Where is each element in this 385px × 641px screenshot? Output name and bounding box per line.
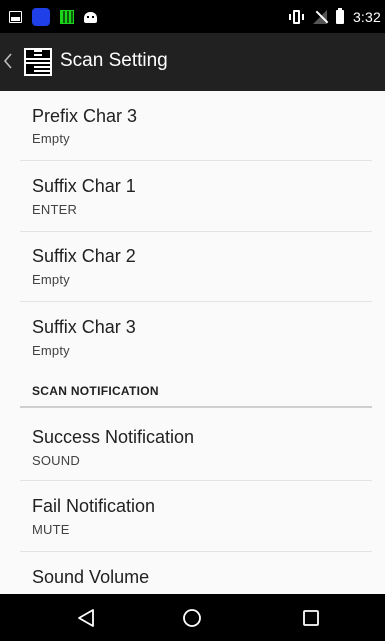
pref-fail-notification[interactable]: Fail Notification MUTE xyxy=(0,481,385,551)
home-button[interactable] xyxy=(152,594,232,641)
pref-suffix-char-3[interactable]: Suffix Char 3 Empty xyxy=(0,302,385,372)
pref-title: Suffix Char 3 xyxy=(32,317,136,337)
pref-summary: ENTER xyxy=(32,202,78,217)
pref-title: Suffix Char 1 xyxy=(32,176,136,196)
pref-summary: SOUND xyxy=(32,453,80,468)
system-icons: 3:32 xyxy=(288,7,381,27)
no-signal-icon xyxy=(312,10,327,24)
category-header: SCAN NOTIFICATION xyxy=(32,384,159,398)
pref-title: Sound Volume xyxy=(32,567,150,587)
android-bot-icon xyxy=(84,11,97,23)
home-icon xyxy=(183,608,201,627)
pref-summary: Empty xyxy=(32,272,70,287)
up-navigation-icon[interactable] xyxy=(3,52,13,70)
pref-summary: MUTE xyxy=(32,522,70,537)
status-time: 3:32 xyxy=(352,9,381,25)
back-icon xyxy=(78,608,94,627)
recents-button[interactable] xyxy=(271,594,351,641)
back-button[interactable] xyxy=(46,594,126,641)
status-bar: 3:32 xyxy=(0,0,385,33)
battery-icon xyxy=(335,8,344,24)
preference-list[interactable]: Prefix Char 3 Empty Suffix Char 1 ENTER … xyxy=(0,91,385,594)
pref-title: Suffix Char 2 xyxy=(32,246,136,266)
recents-icon xyxy=(303,609,319,626)
pref-title: Fail Notification xyxy=(32,496,156,516)
page-title: Scan Setting xyxy=(60,50,168,71)
action-bar: Scan Setting xyxy=(0,33,385,91)
blue-app-icon xyxy=(32,8,50,26)
qr-code-icon[interactable] xyxy=(24,48,52,76)
pref-suffix-char-1[interactable]: Suffix Char 1 ENTER xyxy=(0,161,385,232)
pref-title: Success Notification xyxy=(32,427,195,447)
notification-icons xyxy=(9,8,97,26)
image-icon xyxy=(9,11,22,23)
pref-summary: Empty xyxy=(32,131,70,146)
navigation-bar xyxy=(0,594,385,641)
pref-sound-volume[interactable]: Sound Volume xyxy=(0,552,385,594)
pref-prefix-char-3[interactable]: Prefix Char 3 Empty xyxy=(0,91,385,161)
category-divider xyxy=(20,406,372,408)
pref-summary: Empty xyxy=(32,343,70,358)
pref-title: Prefix Char 3 xyxy=(32,106,138,126)
qr-app-icon xyxy=(60,10,74,24)
pref-success-notification[interactable]: Success Notification SOUND xyxy=(0,409,385,480)
pref-suffix-char-2[interactable]: Suffix Char 2 Empty xyxy=(0,232,385,302)
vibrate-icon xyxy=(288,10,304,24)
